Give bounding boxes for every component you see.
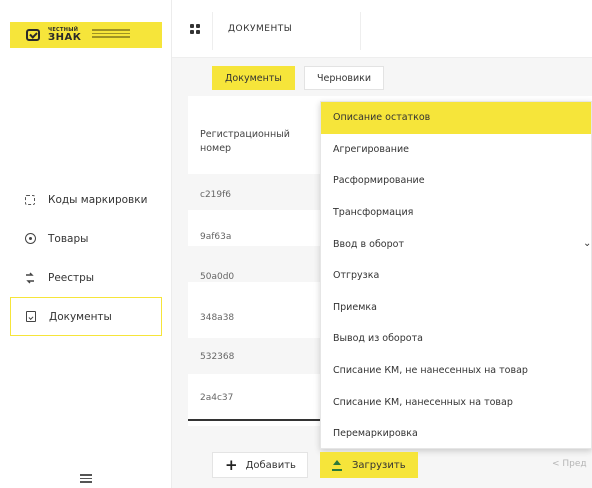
logo-main-text: ЗНАК: [48, 31, 82, 43]
upload-icon: [332, 459, 342, 471]
pagination-prev[interactable]: < Пред: [552, 459, 587, 469]
dropdown-option[interactable]: Трансформация: [321, 197, 591, 229]
table-row[interactable]: 532368: [200, 352, 310, 362]
document-icon: [26, 311, 36, 322]
tab-documents[interactable]: Документы: [212, 66, 295, 90]
table-row[interactable]: 2a4c37: [200, 393, 310, 403]
sidebar-item-label: Документы: [49, 310, 112, 323]
table-row[interactable]: 50a0d0: [200, 272, 310, 282]
sidebar-item-label: Товары: [48, 232, 89, 245]
brand-logo[interactable]: ЧЕСТНЫЙ ЗНАК: [10, 22, 162, 48]
add-button-label: Добавить: [245, 459, 296, 471]
codes-icon: [25, 194, 35, 205]
chevron-down-icon[interactable]: ⌄: [583, 238, 591, 249]
dropdown-option[interactable]: Агрегирование: [321, 134, 591, 166]
sidebar-nav: Коды маркировки Товары Реестры Документы: [10, 180, 162, 336]
apps-grid-icon[interactable]: [190, 24, 200, 34]
dropdown-option[interactable]: Описание остатков: [321, 102, 591, 134]
table-row[interactable]: c219f6: [200, 190, 310, 200]
registry-icon: [24, 272, 36, 284]
upload-button-label: Загрузить: [352, 459, 406, 471]
menu-icon[interactable]: [80, 474, 92, 483]
logo-tagline-lines: [92, 29, 130, 38]
sidebar-item-label: Коды маркировки: [48, 193, 148, 206]
goods-icon: [24, 233, 36, 244]
plus-icon: +: [225, 456, 238, 474]
sidebar-item-documents[interactable]: Документы: [10, 297, 162, 336]
tab-drafts[interactable]: Черновики: [304, 66, 385, 90]
column-header-registration-number[interactable]: Регистрационный номер: [200, 128, 310, 156]
dropdown-option[interactable]: Вывод из оборота: [321, 323, 591, 355]
divider: [212, 12, 213, 50]
sidebar: ЧЕСТНЫЙ ЗНАК Коды маркировки Товары Реес…: [0, 0, 172, 488]
document-type-dropdown: Описание остатков Агрегирование Расформи…: [320, 101, 592, 449]
sidebar-item-codes[interactable]: Коды маркировки: [10, 180, 162, 219]
sidebar-item-goods[interactable]: Товары: [10, 219, 162, 258]
dropdown-option[interactable]: Ввод в оборот: [321, 228, 591, 260]
table-row[interactable]: 9af63a: [200, 232, 310, 242]
logo-check-icon: [26, 29, 40, 41]
dropdown-option[interactable]: Перемаркировка: [321, 418, 591, 450]
top-bar: ДОКУМЕНТЫ: [172, 0, 592, 58]
upload-button[interactable]: Загрузить: [320, 452, 418, 478]
sidebar-item-registries[interactable]: Реестры: [10, 258, 162, 297]
dropdown-option[interactable]: Списание КМ, нанесенных на товар: [321, 386, 591, 418]
page-title: ДОКУМЕНТЫ: [228, 24, 293, 34]
divider: [360, 12, 361, 50]
dropdown-option[interactable]: Приемка: [321, 292, 591, 324]
add-button[interactable]: + Добавить: [212, 452, 308, 478]
dropdown-option[interactable]: Списание КМ, не нанесенных на товар: [321, 355, 591, 387]
table-footer-line: [188, 419, 322, 421]
dropdown-option[interactable]: Расформирование: [321, 165, 591, 197]
table-row[interactable]: 348a38: [200, 313, 310, 323]
dropdown-option[interactable]: Отгрузка: [321, 260, 591, 292]
sidebar-item-label: Реестры: [48, 271, 95, 284]
